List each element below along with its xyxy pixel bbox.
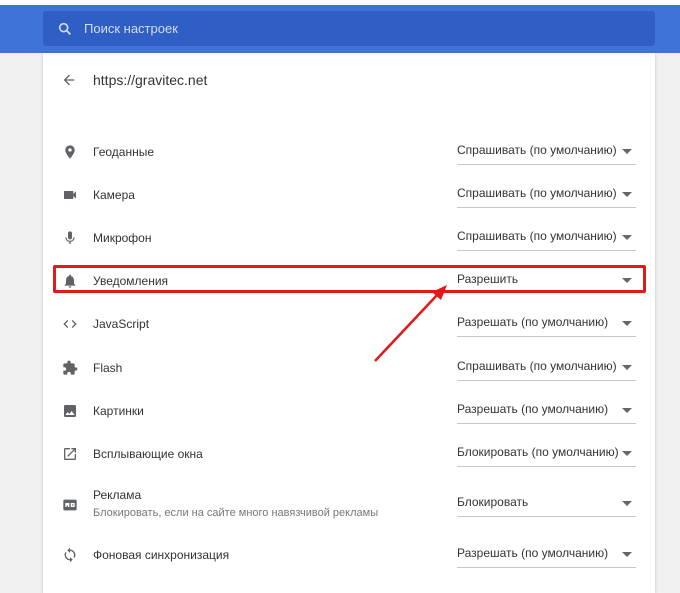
annotation-arrow (374, 285, 447, 362)
